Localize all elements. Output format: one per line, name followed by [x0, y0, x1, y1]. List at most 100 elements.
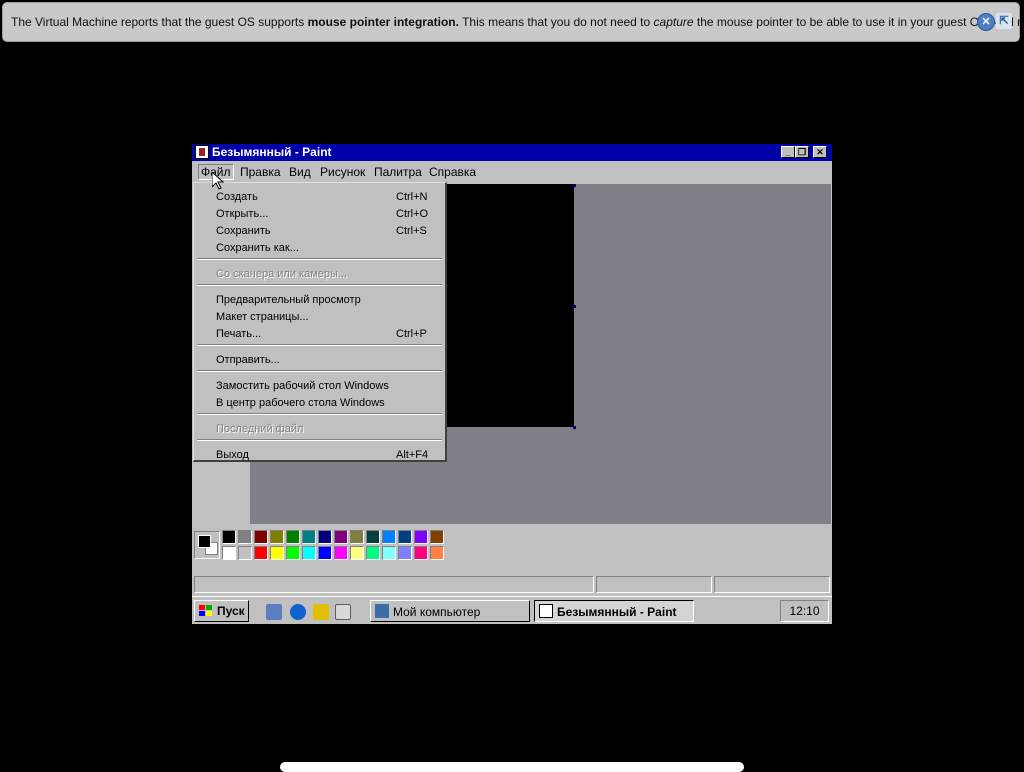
vm-text-part1: The Virtual Machine reports that the gue…	[11, 15, 308, 29]
menu-separator	[197, 284, 442, 286]
internet-explorer-icon[interactable]	[290, 604, 306, 620]
palette-swatch[interactable]	[430, 530, 444, 544]
file-menu-shortcut: Ctrl+S	[396, 225, 427, 237]
palette-swatch[interactable]	[334, 546, 348, 560]
palette-swatch[interactable]	[382, 546, 396, 560]
file-menu-item[interactable]: Печать...	[216, 328, 261, 340]
palette-swatch[interactable]	[238, 530, 252, 544]
channels-icon[interactable]	[335, 604, 351, 620]
resize-handle-bottom-right[interactable]	[573, 426, 576, 429]
palette-swatch[interactable]	[254, 530, 268, 544]
bottom-toolbar-edge	[280, 762, 744, 772]
task-my-computer[interactable]: Мой компьютер	[370, 600, 530, 622]
menu-separator	[197, 370, 442, 372]
palette-swatch[interactable]	[398, 530, 412, 544]
menu-separator	[197, 258, 442, 260]
menu-help[interactable]: Справка	[427, 165, 478, 179]
file-menu-shortcut: Alt+F4	[396, 449, 429, 461]
menu-separator	[197, 413, 442, 415]
file-menu-item[interactable]: Отправить...	[216, 354, 280, 366]
status-pane-size	[714, 576, 830, 593]
task-paint[interactable]: Безымянный - Paint	[534, 600, 694, 622]
palette-swatch[interactable]	[238, 546, 252, 560]
palette-swatch[interactable]	[366, 546, 380, 560]
outlook-express-icon[interactable]	[313, 604, 329, 620]
vm-text-part2: This means that you do not need to	[458, 15, 654, 29]
file-menu-shortcut: Ctrl+P	[396, 328, 427, 340]
palette-swatch[interactable]	[318, 546, 332, 560]
file-menu-item[interactable]: Сохранить как...	[216, 242, 299, 254]
file-menu-item[interactable]: Замостить рабочий стол Windows	[216, 380, 389, 392]
menu-separator	[197, 344, 442, 346]
foreground-color	[198, 535, 211, 548]
file-menu-item: Последний файл	[216, 423, 304, 435]
file-menu-item[interactable]: Выход	[216, 449, 249, 461]
menu-bar: Файл Правка Вид Рисунок Палитра Справка	[192, 162, 832, 182]
guest-screen: Безымянный - Paint _ ❐ ✕ Файл Правка Вид…	[192, 144, 832, 624]
title-bar[interactable]: Безымянный - Paint _ ❐ ✕	[192, 144, 832, 161]
file-menu-shortcut: Ctrl+O	[396, 208, 429, 220]
close-icon[interactable]: ✕	[977, 13, 995, 31]
task-label: Мой компьютер	[393, 605, 481, 619]
vm-notification-bar: The Virtual Machine reports that the gue…	[2, 2, 1024, 42]
start-label: Пуск	[217, 604, 245, 618]
file-menu-item: Со сканера или камеры...	[216, 268, 348, 280]
menu-view[interactable]: Вид	[287, 165, 313, 179]
palette-swatch[interactable]	[222, 530, 236, 544]
palette-swatch[interactable]	[398, 546, 412, 560]
minimize-button[interactable]: _	[781, 146, 795, 158]
palette-swatch[interactable]	[414, 546, 428, 560]
menu-separator	[197, 439, 442, 441]
status-pane-main	[194, 576, 594, 593]
file-menu-item[interactable]: Открыть...	[216, 208, 268, 220]
file-menu-shortcut: Ctrl+N	[396, 191, 428, 203]
file-menu-item[interactable]: Предварительный просмотр	[216, 294, 361, 306]
mouse-integration-icon[interactable]: ⇱	[996, 13, 1012, 29]
palette-swatch[interactable]	[430, 546, 444, 560]
palette-swatch[interactable]	[270, 530, 284, 544]
file-menu-item[interactable]: В центр рабочего стола Windows	[216, 397, 385, 409]
palette-swatch[interactable]	[286, 546, 300, 560]
current-colors	[194, 531, 220, 559]
palette-swatch[interactable]	[302, 546, 316, 560]
palette-swatch[interactable]	[254, 546, 268, 560]
close-button[interactable]: ✕	[813, 146, 827, 158]
show-desktop-icon[interactable]	[266, 604, 282, 620]
vm-text-part3: the mouse pointer to be able to use it i…	[693, 15, 1024, 29]
maximize-button[interactable]: ❐	[795, 146, 809, 158]
windows-logo-icon	[199, 605, 213, 617]
palette-swatch[interactable]	[318, 530, 332, 544]
file-menu-item[interactable]: Макет страницы...	[216, 311, 309, 323]
task-label: Безымянный - Paint	[557, 605, 677, 619]
palette-swatch[interactable]	[302, 530, 316, 544]
palette-swatch[interactable]	[270, 546, 284, 560]
file-menu-item[interactable]: Сохранить	[216, 225, 271, 237]
palette-swatch[interactable]	[382, 530, 396, 544]
palette-swatch[interactable]	[414, 530, 428, 544]
paint-app-icon	[539, 604, 553, 618]
resize-handle-top-right[interactable]	[573, 184, 576, 187]
palette-swatch[interactable]	[350, 530, 364, 544]
system-tray-clock[interactable]: 12:10	[780, 600, 829, 622]
file-menu-item[interactable]: Создать	[216, 191, 258, 203]
paint-app-icon	[195, 145, 209, 159]
vm-notification-text: The Virtual Machine reports that the gue…	[11, 15, 1024, 29]
vm-text-bold: mouse pointer integration.	[307, 15, 459, 29]
palette-swatch[interactable]	[350, 546, 364, 560]
menu-image[interactable]: Рисунок	[318, 165, 367, 179]
status-bar	[192, 574, 832, 594]
palette-swatch[interactable]	[286, 530, 300, 544]
computer-icon	[375, 604, 389, 618]
palette-swatch[interactable]	[366, 530, 380, 544]
paint-window: Безымянный - Paint _ ❐ ✕ Файл Правка Вид…	[192, 144, 832, 596]
palette-swatch[interactable]	[222, 546, 236, 560]
resize-handle-right[interactable]	[573, 305, 576, 308]
start-button[interactable]: Пуск	[194, 600, 249, 622]
status-pane-position	[596, 576, 712, 593]
menu-edit[interactable]: Правка	[238, 165, 283, 179]
window-title: Безымянный - Paint	[212, 145, 332, 159]
color-palette	[192, 526, 832, 572]
menu-colors[interactable]: Палитра	[372, 165, 424, 179]
file-menu-dropdown: Создать Ctrl+N Открыть... Ctrl+O Сохранить Ct…	[193, 182, 447, 462]
palette-swatch[interactable]	[334, 530, 348, 544]
